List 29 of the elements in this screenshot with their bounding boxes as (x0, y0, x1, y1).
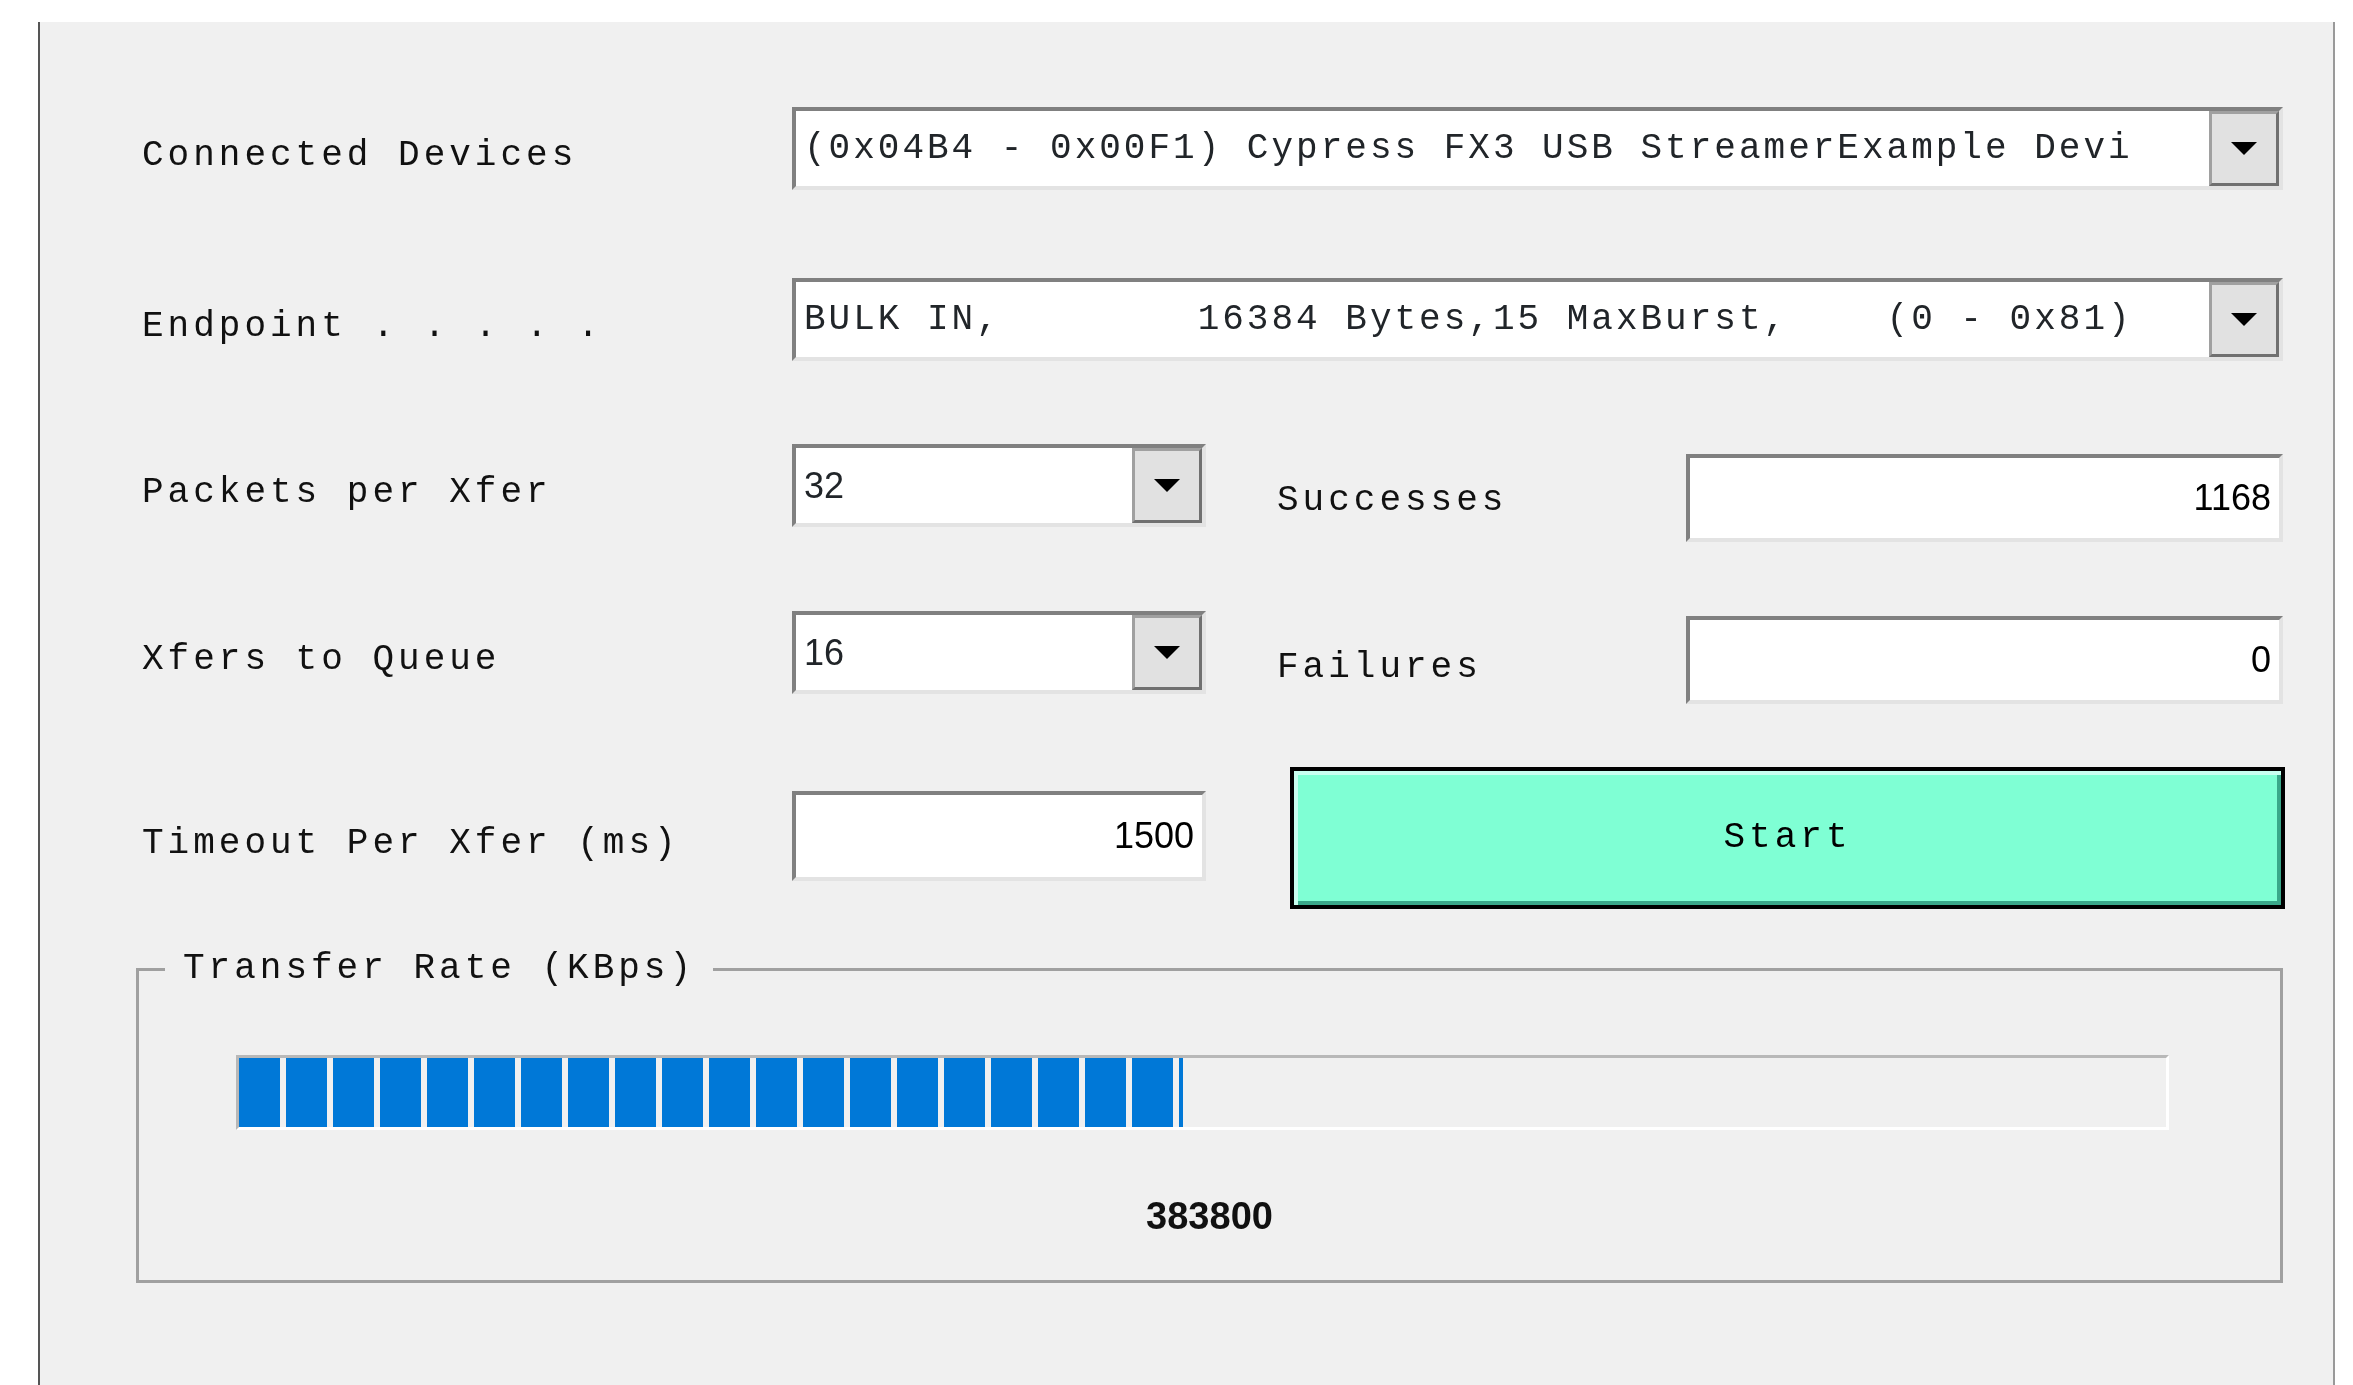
selected-value: BULK IN, 16384 Bytes,15 MaxBurst, (0 - 0x81) (803, 297, 2134, 342)
selected-value: 16 (803, 630, 846, 675)
start-button[interactable]: Start (1290, 767, 2285, 909)
input-field[interactable]: 0 (1686, 616, 2283, 704)
caret-icon (1154, 646, 1180, 659)
selected-value: (0x04B4 - 0x00F1) Cypress FX3 USB StreamerExample Devi (803, 126, 2134, 171)
input-field[interactable]: 1500 (792, 791, 1206, 881)
dropdown-arrow-button[interactable] (1132, 448, 1202, 523)
dropdown-arrow-button[interactable] (2209, 282, 2279, 357)
dropdown[interactable]: (0x04B4 - 0x00F1) Cypress FX3 USB StreamerExample Devi (792, 107, 2283, 190)
caret-icon (1154, 479, 1180, 492)
dropdown[interactable]: BULK IN, 16384 Bytes,15 MaxBurst, (0 - 0x81) (792, 278, 2283, 361)
caret-icon (2231, 313, 2257, 326)
field-label: Endpoint . . . . . (142, 306, 603, 347)
dropdown[interactable]: 32 (792, 444, 1206, 527)
field-label: Timeout Per Xfer (ms) (142, 823, 680, 864)
field-label: Connected Devices (142, 135, 578, 176)
input-field[interactable]: 1168 (1686, 454, 2283, 542)
group-title: Transfer Rate (KBps) (182, 951, 697, 987)
field-label: Xfers to Queue (142, 639, 501, 680)
field-label: Failures (1277, 647, 1482, 688)
caret-icon (2231, 142, 2257, 155)
field-label: Packets per Xfer (142, 472, 552, 513)
rate-value: 383800 (1146, 1195, 1273, 1237)
dropdown-arrow-button[interactable] (1132, 615, 1202, 690)
field-label: Successes (1277, 480, 1508, 521)
selected-value: 32 (803, 463, 846, 508)
dropdown-arrow-button[interactable] (2209, 111, 2279, 186)
dropdown[interactable]: 16 (792, 611, 1206, 694)
